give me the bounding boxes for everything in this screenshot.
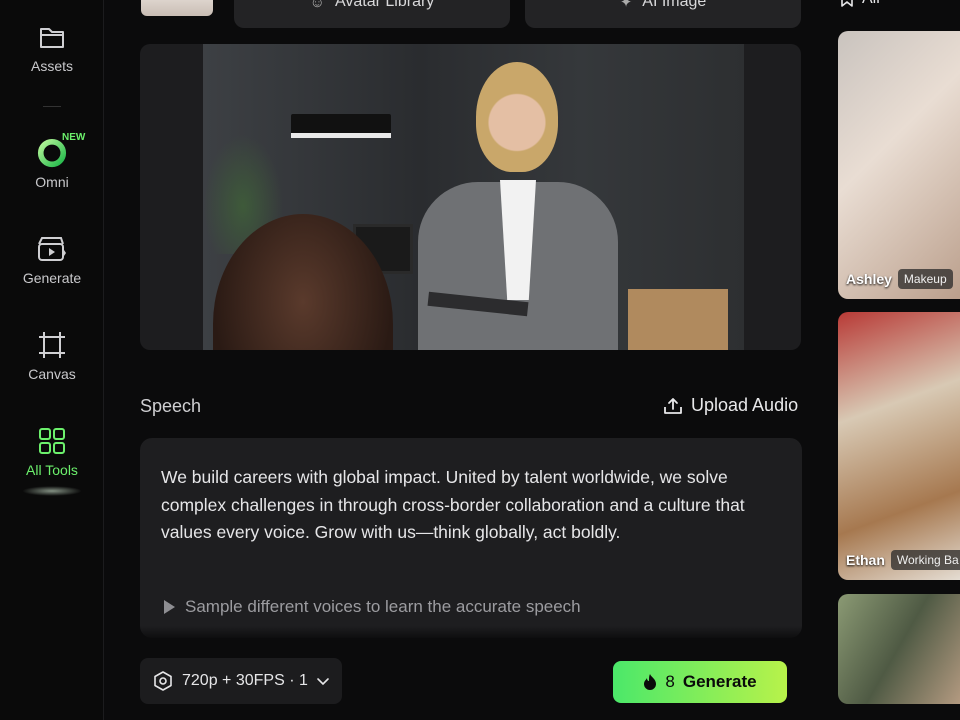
canvas-frame-icon xyxy=(37,330,67,360)
bookmark-icon xyxy=(841,0,853,7)
folder-icon xyxy=(37,22,67,52)
avatar-library-button[interactable]: ☺ Avatar Library xyxy=(234,0,510,28)
avatar-video-frame xyxy=(203,44,744,350)
ai-image-button[interactable]: ✦ AI Image xyxy=(525,0,801,28)
play-icon xyxy=(164,600,175,614)
new-badge: NEW xyxy=(62,132,86,143)
ceiling-light xyxy=(291,114,391,138)
gallery-card-ashley[interactable]: Ashley Makeup xyxy=(838,31,960,299)
avatar-tag: Makeup xyxy=(897,269,953,289)
sidebar-item-generate[interactable]: Generate xyxy=(0,234,104,286)
video-preview[interactable] xyxy=(140,44,801,350)
avatar-tag: Working Ba xyxy=(890,550,960,570)
sidebar-item-label: Generate xyxy=(22,270,82,286)
sidebar-divider xyxy=(43,106,61,107)
avatar-name: Ashley xyxy=(846,271,892,287)
upload-icon xyxy=(664,397,682,414)
cardboard-box xyxy=(628,289,728,350)
generate-button[interactable]: 8 Generate xyxy=(613,661,787,703)
avatar-thumbnail[interactable] xyxy=(141,0,213,16)
active-indicator xyxy=(22,486,82,496)
presenter-avatar xyxy=(418,62,618,350)
generate-label: Generate xyxy=(682,672,757,691)
gallery-card-ethan[interactable]: Ethan Working Ba xyxy=(838,312,960,580)
sample-voices-label: Sample different voices to learn the acc… xyxy=(185,597,581,616)
resolution-settings-label: 720p + 30FPS · 1 xyxy=(182,672,308,689)
sidebar-item-label: Omni xyxy=(35,174,69,190)
gallery-filter-label: All xyxy=(862,0,880,8)
upload-audio-label: Upload Audio xyxy=(691,395,799,415)
speech-textarea[interactable]: We build careers with global impact. Uni… xyxy=(140,438,802,638)
grid-icon xyxy=(37,426,67,456)
generate-credits: 8 xyxy=(665,672,675,691)
sidebar-item-label: All Tools xyxy=(26,462,78,478)
sidebar: Assets NEW Omni Generate Canvas All Tool… xyxy=(0,0,104,720)
avatar-library-label: Avatar Library xyxy=(335,0,435,10)
gallery-card-third[interactable] xyxy=(838,594,960,704)
sample-voices-button[interactable]: Sample different voices to learn the acc… xyxy=(164,597,581,617)
sidebar-item-label: Canvas xyxy=(28,366,76,382)
sidebar-item-assets[interactable]: Assets xyxy=(0,22,104,74)
chevron-down-icon xyxy=(317,678,329,686)
settings-hex-icon xyxy=(154,671,172,691)
clapperboard-icon xyxy=(37,234,67,264)
sparkle-icon: ✦ xyxy=(619,0,633,11)
avatar-name: Ethan xyxy=(846,552,885,568)
scroll-fade xyxy=(110,626,820,640)
sidebar-item-all-tools[interactable]: All Tools xyxy=(0,426,104,478)
speech-section-title: Speech xyxy=(140,396,202,416)
speech-text[interactable]: We build careers with global impact. Uni… xyxy=(161,464,791,547)
sidebar-item-label: Assets xyxy=(30,58,73,74)
avatar-icon: ☺ xyxy=(309,0,325,11)
ai-image-label: AI Image xyxy=(642,0,707,10)
gallery-filter[interactable]: All xyxy=(840,0,880,8)
credit-flame-icon xyxy=(644,674,657,690)
sidebar-item-canvas[interactable]: Canvas xyxy=(0,330,104,382)
upload-audio-button[interactable]: Upload Audio xyxy=(663,395,798,416)
sidebar-item-omni[interactable]: NEW Omni xyxy=(0,132,104,190)
resolution-settings-dropdown[interactable]: 720p + 30FPS · 1 xyxy=(140,658,342,704)
